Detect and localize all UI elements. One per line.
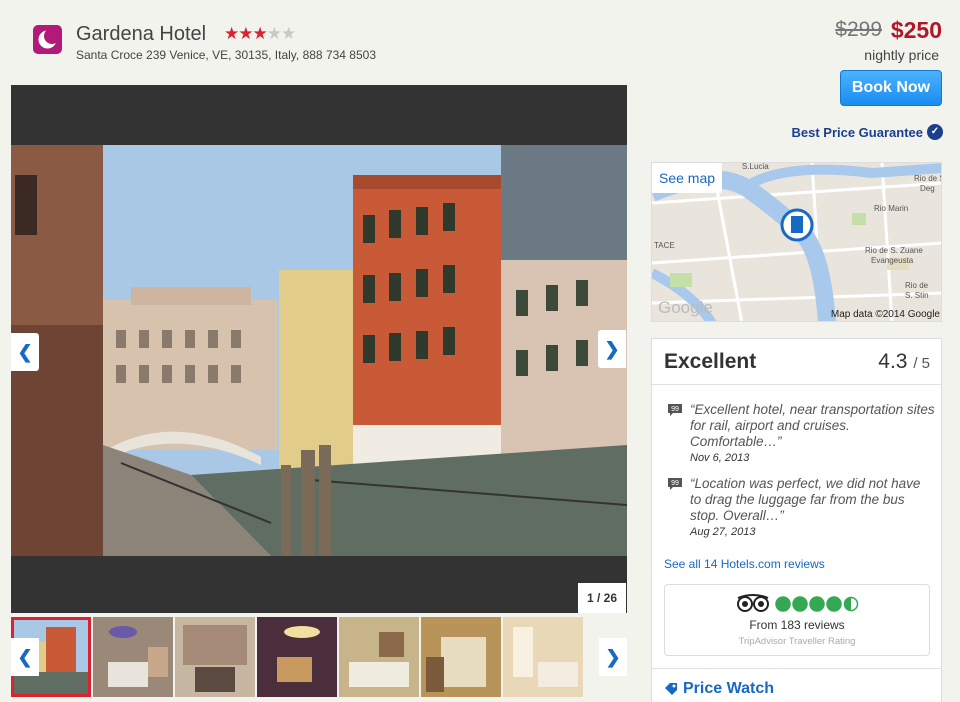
thumbnail[interactable] (503, 617, 583, 697)
svg-text:S. Stin: S. Stin (905, 291, 929, 300)
price-tag-icon (665, 683, 677, 695)
photo-counter: 1 / 26 (578, 583, 626, 613)
svg-text:Evangeusta: Evangeusta (871, 256, 914, 265)
review-date: Nov 6, 2013 (690, 452, 750, 464)
map-credit: Map data ©2014 Google (830, 309, 940, 320)
gallery-prev-button[interactable]: ❮ (11, 333, 39, 371)
see-map-link[interactable]: See map (652, 163, 723, 193)
svg-text:99: 99 (671, 480, 679, 487)
thumbnail[interactable] (175, 617, 255, 697)
thumbnail-strip (11, 617, 627, 697)
tripadvisor-review-count: From 183 reviews (749, 618, 845, 632)
star-icon: ★ (224, 24, 239, 43)
thumbnail[interactable] (257, 617, 337, 697)
thumbnails-next-button[interactable]: ❯ (599, 638, 627, 676)
photo-gallery: ❮ ❯ (11, 85, 627, 613)
star-rating: ★★★★★ (224, 24, 296, 44)
svg-text:Deg: Deg (920, 184, 935, 193)
svg-text:TACE: TACE (654, 241, 675, 250)
hotel-address: Santa Croce 239 Venice, VE, 30135, Italy… (76, 48, 376, 62)
reviews-panel: Excellent 4.3 / 5 99 “Excellent hotel, n… (651, 338, 942, 702)
current-price: $250 (890, 17, 942, 43)
tripadvisor-owl-icon (737, 594, 859, 612)
svg-text:Rio de S. Zuane: Rio de S. Zuane (865, 246, 923, 255)
star-empty-icon: ★ (281, 24, 296, 43)
svg-text:Rio Marin: Rio Marin (874, 204, 908, 213)
old-price: $299 (835, 18, 882, 41)
hotel-name: Gardena Hotel (76, 23, 207, 45)
rating-score-value: 4.3 (878, 350, 908, 373)
price-watch-link[interactable]: Price Watch (664, 680, 774, 698)
tripadvisor-rating[interactable]: From 183 reviews TripAdvisor Traveller R… (664, 584, 930, 656)
divider (652, 668, 941, 669)
svg-text:Google: Google (658, 298, 713, 317)
moon-logo-icon (38, 28, 60, 49)
thumbnails-prev-button[interactable]: ❮ (11, 638, 39, 676)
chevron-right-icon: ❯ (605, 646, 621, 667)
review-quote: “Location was perfect, we did not have t… (690, 476, 921, 523)
map-label: S.Lucia (742, 163, 769, 171)
best-price-guarantee-label: Best Price Guarantee (791, 124, 923, 140)
gallery-next-button[interactable]: ❯ (598, 330, 626, 368)
guarantee-badge-icon: ✓ (927, 124, 943, 140)
book-now-button[interactable]: Book Now (840, 70, 942, 106)
svg-text:99: 99 (671, 406, 679, 413)
nightly-price-label: nightly price (864, 47, 939, 63)
svg-text:Rio de: Rio de (905, 281, 929, 290)
review-date: Aug 27, 2013 (690, 526, 756, 538)
thumbnail[interactable] (421, 617, 501, 697)
main-hotel-photo (11, 145, 627, 556)
svg-text:Rio de S. Zan: Rio de S. Zan (914, 174, 942, 183)
tripadvisor-caption: TripAdvisor Traveller Rating (738, 636, 856, 647)
chevron-left-icon: ❮ (17, 341, 33, 362)
speech-bubble-icon: 99 (668, 478, 682, 490)
rating-word: Excellent (664, 350, 757, 373)
thumbnail[interactable] (93, 617, 173, 697)
rating-score-max: / 5 (913, 355, 930, 372)
best-price-guarantee-link[interactable]: Best Price Guarantee ✓ (791, 124, 943, 140)
rating-score: 4.3 / 5 (878, 350, 930, 374)
speech-bubble-icon: 99 (668, 404, 682, 416)
star-icon: ★ (252, 24, 268, 43)
thumbnail[interactable] (339, 617, 419, 697)
chevron-right-icon: ❯ (604, 338, 620, 359)
see-all-reviews-link[interactable]: See all 14 Hotels.com reviews (664, 557, 825, 571)
divider (652, 384, 941, 385)
review-quote: “Excellent hotel, near transportation si… (690, 402, 935, 449)
price-watch-label: Price Watch (683, 680, 774, 697)
star-empty-icon: ★ (266, 24, 282, 43)
star-icon: ★ (238, 24, 253, 43)
hotel-logo (33, 25, 62, 54)
chevron-left-icon: ❮ (17, 646, 33, 667)
